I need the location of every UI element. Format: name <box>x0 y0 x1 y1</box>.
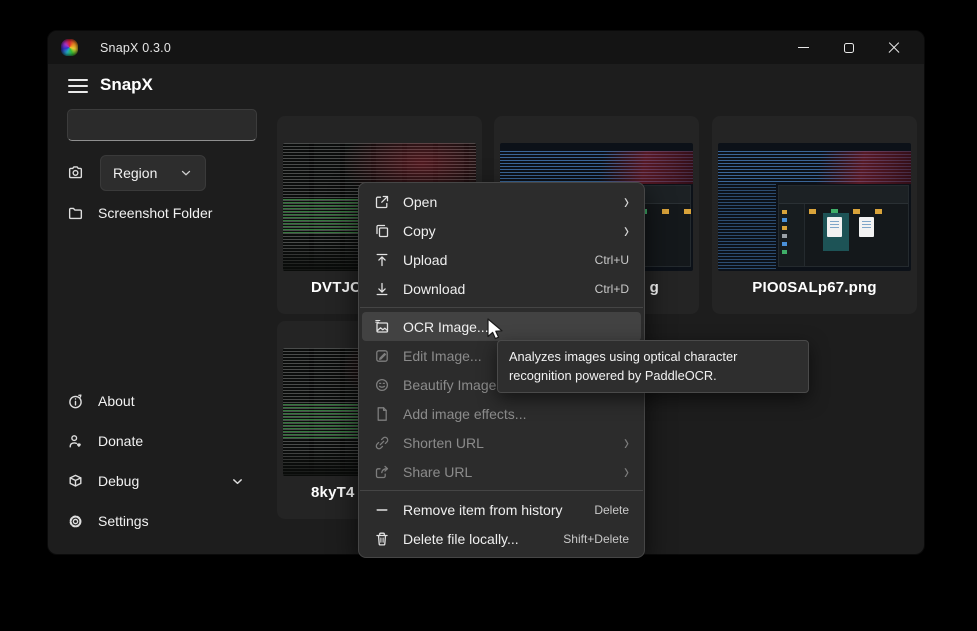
menu-item-label: Upload <box>403 252 582 268</box>
maximize-icon <box>844 43 854 53</box>
chevron-down-icon <box>230 474 245 489</box>
close-icon <box>888 42 900 54</box>
submenu-arrow-icon: › <box>624 460 629 483</box>
menu-item-add-image-effects[interactable]: Add image effects... <box>362 399 641 428</box>
open-external-icon <box>374 194 390 210</box>
sidebar-item-label: Debug <box>98 473 139 489</box>
close-button[interactable] <box>871 31 916 64</box>
menu-item-delete-file-locally[interactable]: Delete file locally... Shift+Delete <box>362 524 641 553</box>
sidebar-item-label: Donate <box>98 433 143 449</box>
sidebar-item-label: Screenshot Folder <box>98 205 212 221</box>
sidebar-item-about[interactable]: About <box>60 384 135 418</box>
menu-toggle-button[interactable] <box>67 77 89 95</box>
maximize-button[interactable] <box>826 31 871 64</box>
menu-item-upload[interactable]: Upload Ctrl+U <box>362 245 641 274</box>
gear-icon <box>67 513 84 530</box>
donate-person-heart-icon <box>67 433 84 450</box>
menu-separator <box>360 307 643 308</box>
ocr-image-icon <box>374 319 390 335</box>
titlebar[interactable]: SnapX 0.3.0 <box>48 31 924 64</box>
menu-item-label: Open <box>403 194 611 210</box>
link-icon <box>374 435 390 451</box>
debug-cube-icon <box>67 473 84 490</box>
menu-item-remove-from-history[interactable]: Remove item from history Delete <box>362 495 641 524</box>
menu-item-shortcut: Ctrl+U <box>595 253 629 267</box>
folder-icon <box>67 205 84 222</box>
menu-item-share-url[interactable]: Share URL › <box>362 457 641 486</box>
download-icon <box>374 281 390 297</box>
trash-icon <box>374 531 390 547</box>
menu-item-label: Share URL <box>403 464 611 480</box>
window-title: SnapX 0.3.0 <box>100 41 171 55</box>
sidebar-item-screenshot-folder[interactable]: Screenshot Folder <box>60 196 212 230</box>
minimize-button[interactable] <box>781 31 826 64</box>
menu-item-shortcut: Ctrl+D <box>595 282 629 296</box>
menu-item-shortcut: Shift+Delete <box>563 532 629 546</box>
submenu-arrow-icon: › <box>624 190 629 213</box>
menu-item-label: OCR Image... <box>403 319 629 335</box>
smiley-icon <box>374 377 390 393</box>
thumbnail-image <box>718 143 911 271</box>
sidebar-item-label: About <box>98 393 135 409</box>
menu-item-label: Delete file locally... <box>403 531 550 547</box>
capture-mode-dropdown[interactable]: Region <box>100 155 206 191</box>
search-input[interactable] <box>67 109 257 141</box>
capture-mode-label: Region <box>113 165 157 181</box>
camera-icon <box>67 164 84 181</box>
info-icon <box>67 393 84 410</box>
minus-icon <box>374 502 390 518</box>
gallery-item[interactable]: PIO0SALp67.png <box>712 116 917 314</box>
upload-icon <box>374 252 390 268</box>
sidebar-item-debug[interactable]: Debug <box>60 464 139 498</box>
sidebar-item-label: Settings <box>98 513 149 529</box>
submenu-arrow-icon: › <box>624 219 629 242</box>
menu-item-download[interactable]: Download Ctrl+D <box>362 274 641 303</box>
app-title: SnapX <box>100 75 153 95</box>
tooltip-text: Analyzes images using optical character … <box>509 349 737 383</box>
menu-item-label: Shorten URL <box>403 435 611 451</box>
menu-item-shorten-url[interactable]: Shorten URL › <box>362 428 641 457</box>
submenu-arrow-icon: › <box>624 431 629 454</box>
menu-item-shortcut: Delete <box>594 503 629 517</box>
minimize-icon <box>798 47 809 48</box>
sidebar-item-settings[interactable]: Settings <box>60 504 149 538</box>
menu-item-label: Download <box>403 281 582 297</box>
page-icon <box>374 406 390 422</box>
menu-item-label: Add image effects... <box>403 406 629 422</box>
menu-item-label: Remove item from history <box>403 502 581 518</box>
menu-separator <box>360 490 643 491</box>
copy-icon <box>374 223 390 239</box>
menu-item-open[interactable]: Open › <box>362 187 641 216</box>
menu-item-copy[interactable]: Copy › <box>362 216 641 245</box>
share-icon <box>374 464 390 480</box>
tooltip: Analyzes images using optical character … <box>497 340 809 393</box>
edit-image-icon <box>374 348 390 364</box>
menu-item-label: Copy <box>403 223 611 239</box>
chevron-down-icon <box>179 166 193 180</box>
mouse-cursor-icon <box>486 318 508 347</box>
filename-label: PIO0SALp67.png <box>712 279 917 296</box>
app-logo-icon <box>61 39 78 56</box>
sidebar-item-donate[interactable]: Donate <box>60 424 143 458</box>
